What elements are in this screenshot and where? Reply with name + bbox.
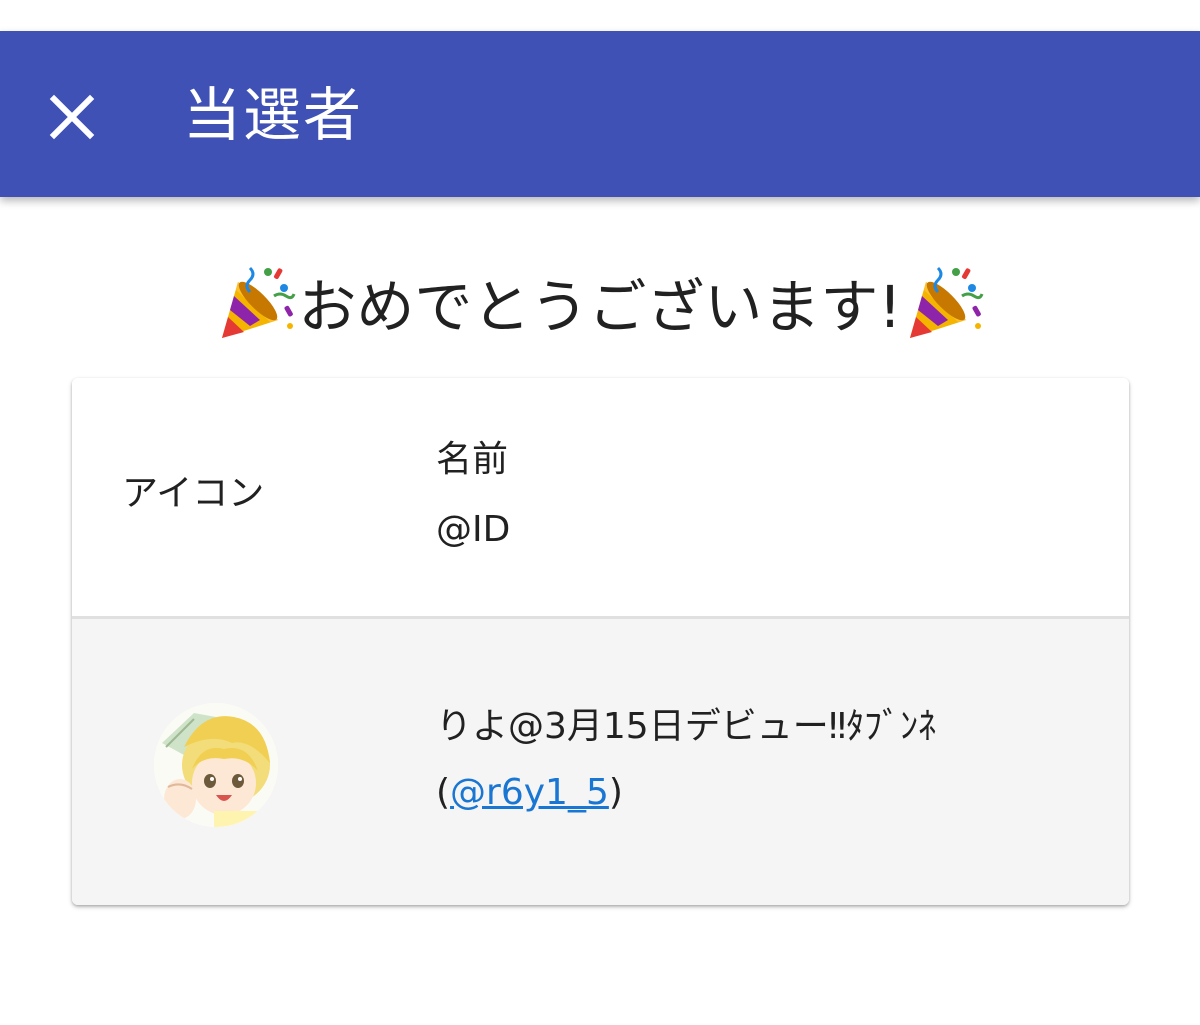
app-bar: 当選者 [0,31,1200,197]
page-title: 当選者 [183,81,364,149]
avatar [154,703,278,827]
close-button[interactable] [40,85,104,149]
user-avatar-icon [154,703,278,827]
id-open-paren: ( [436,772,451,813]
header-name-column: 名前 [436,439,509,480]
close-icon [49,94,95,140]
congratulations-text: おめでとうございます! [298,273,902,341]
winner-id: (@r6y1_5) [436,769,623,817]
table-header: アイコン 名前 @ID [72,378,1129,619]
header-icon-column: アイコン [122,473,265,514]
winner-id-link[interactable]: @r6y1_5 [450,772,609,813]
winners-table: アイコン 名前 @ID りよ@3月15日デビュー‼ﾀﾌﾞﾝﾈ (@r6y1_5) [72,378,1129,905]
party-popper-icon [222,266,296,338]
congratulations-heading: おめでとうございます! [0,262,1200,342]
table-row: りよ@3月15日デビュー‼ﾀﾌﾞﾝﾈ (@r6y1_5) [72,619,1129,905]
status-bar-area [0,0,1200,31]
party-popper-icon [909,266,984,338]
header-id-column: @ID [436,509,511,550]
id-close-paren: ) [608,772,623,813]
winner-name: りよ@3月15日デビュー‼ﾀﾌﾞﾝﾈ [436,706,937,747]
